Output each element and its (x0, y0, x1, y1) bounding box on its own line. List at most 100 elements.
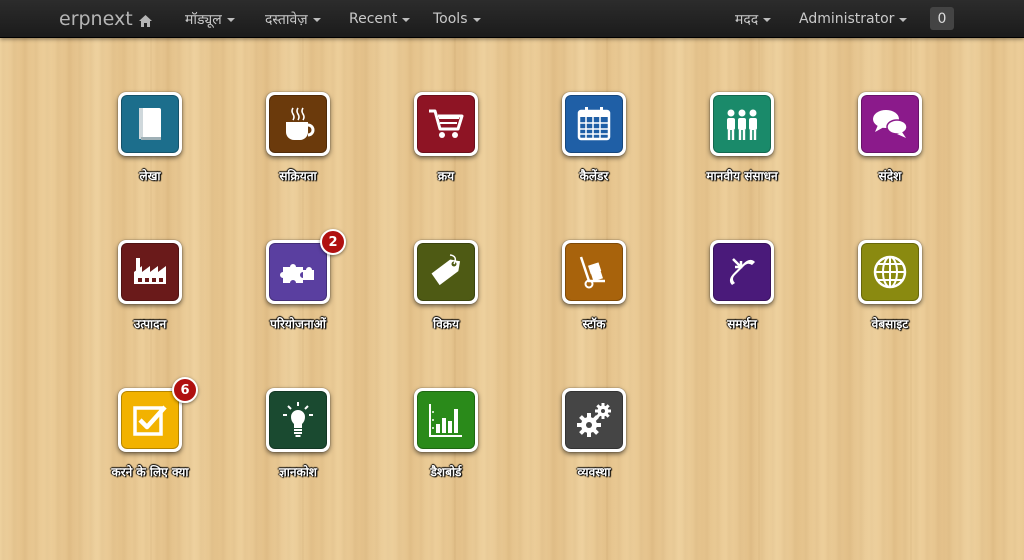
nav-menu-user[interactable]: Administrator (799, 0, 908, 38)
app-label: वेबसाइट (871, 317, 909, 331)
nav-menu-label: Recent (349, 11, 398, 27)
app-support[interactable]: समर्थन (672, 240, 812, 350)
app-icon-bg (269, 391, 327, 449)
app-icon-bg (565, 391, 623, 449)
app-tile[interactable] (562, 92, 626, 156)
home-icon (138, 15, 152, 27)
app-hr[interactable]: मानवीय संसाधन (672, 92, 812, 202)
app-tile[interactable] (118, 92, 182, 156)
app-tile[interactable] (118, 240, 182, 304)
people-icon (727, 109, 757, 140)
lightbulb-icon (283, 402, 313, 437)
app-icon-bg (121, 243, 179, 301)
app-tile[interactable] (266, 388, 330, 452)
app-buying[interactable]: क्रय (376, 92, 516, 202)
caret-down-icon (899, 18, 908, 22)
app-tile[interactable] (414, 388, 478, 452)
app-icon-bg (417, 95, 475, 153)
caret-down-icon (312, 18, 321, 22)
app-tile[interactable] (710, 92, 774, 156)
nav-menu-label: मदद (735, 11, 759, 28)
app-icon-bg (417, 391, 475, 449)
app-label: व्यवस्था (577, 465, 611, 479)
app-tile[interactable] (414, 92, 478, 156)
app-activity[interactable]: सक्रियता (228, 92, 368, 202)
brand-name: erpnext (59, 8, 133, 30)
nav-menu-modules[interactable]: मॉड्यूल (185, 0, 235, 38)
nav-menu-documents[interactable]: दस्तावेज़ (265, 0, 321, 38)
app-label: सक्रियता (279, 169, 317, 183)
nav-menu-tools[interactable]: Tools (433, 0, 481, 38)
app-label: डैशबोर्ड (430, 465, 462, 479)
caret-down-icon (226, 18, 235, 22)
notification-count[interactable]: 0 (930, 7, 954, 30)
notification-badge: 2 (320, 229, 346, 255)
app-label: परियोजनाओं (270, 317, 326, 331)
caret-down-icon (472, 18, 481, 22)
notification-badge: 6 (172, 377, 198, 403)
app-tile[interactable] (710, 240, 774, 304)
app-projects[interactable]: 2 परियोजनाओं (228, 229, 368, 350)
app-label: उत्पादन (133, 317, 167, 331)
app-setup[interactable]: व्यवस्था (524, 388, 664, 498)
app-tile[interactable] (266, 92, 330, 156)
app-label: क्रय (437, 169, 455, 183)
app-selling[interactable]: विक्रय (376, 240, 516, 350)
app-messages[interactable]: संदेश (820, 92, 960, 202)
app-label: समर्थन (727, 317, 757, 331)
app-label: मानवीय संसाधन (706, 169, 778, 183)
app-label: लेखा (139, 169, 161, 183)
hand-truck-icon (579, 256, 605, 289)
app-icon-bg (121, 95, 179, 153)
nav-menu-label: दस्तावेज़ (265, 11, 308, 28)
app-manufacturing[interactable]: उत्पादन (80, 240, 220, 350)
book-icon (139, 108, 161, 140)
caret-down-icon (402, 18, 411, 22)
phone-icon (729, 258, 755, 285)
app-icon-bg (269, 243, 327, 301)
app-tile[interactable] (414, 240, 478, 304)
nav-menu-help[interactable]: मदद (735, 0, 772, 38)
app-accounts[interactable]: लेखा (80, 92, 220, 202)
factory-icon (134, 258, 166, 284)
app-icon-bg (121, 391, 179, 449)
app-label: स्टॉक (582, 317, 606, 331)
app-icon-bg (565, 95, 623, 153)
chat-icon (873, 110, 908, 138)
app-label: ज्ञानकोश (279, 465, 317, 479)
app-tile[interactable] (118, 388, 182, 452)
app-icon-bg (861, 95, 919, 153)
app-label: संदेश (878, 169, 902, 183)
app-tile[interactable] (562, 240, 626, 304)
nav-menu-recent[interactable]: Recent (349, 0, 411, 38)
app-label: विक्रय (433, 317, 459, 331)
app-dashboard[interactable]: डैशबोर्ड (376, 388, 516, 498)
app-calendar[interactable]: कैलेंडर (524, 92, 664, 202)
app-icon-bg (713, 243, 771, 301)
app-label: कैलेंडर (579, 169, 609, 183)
nav-menu-label: मॉड्यूल (185, 11, 222, 28)
app-todo[interactable]: 6 करने के लिए क्या (80, 377, 220, 498)
app-label: करने के लिए क्या (111, 465, 189, 479)
shopping-cart-icon (429, 109, 464, 138)
globe-icon (873, 255, 907, 289)
app-website[interactable]: वेबसाइट (820, 240, 960, 350)
tag-icon (431, 254, 461, 286)
app-knowledge-base[interactable]: ज्ञानकोश (228, 388, 368, 498)
coffee-icon (286, 107, 315, 140)
calendar-icon (577, 107, 611, 141)
app-icon-bg (861, 243, 919, 301)
app-tile[interactable] (562, 388, 626, 452)
puzzle-icon (280, 264, 314, 283)
app-stock[interactable]: स्टॉक (524, 240, 664, 350)
app-icon-bg (417, 243, 475, 301)
caret-down-icon (763, 18, 772, 22)
bar-chart-icon (429, 404, 462, 437)
app-tile[interactable] (266, 240, 330, 304)
app-tile[interactable] (858, 240, 922, 304)
gears-icon (577, 403, 611, 437)
brand-home-link[interactable]: erpnext (59, 0, 152, 38)
nav-menu-label: Tools (433, 11, 468, 27)
app-tile[interactable] (858, 92, 922, 156)
app-icon-bg (269, 95, 327, 153)
